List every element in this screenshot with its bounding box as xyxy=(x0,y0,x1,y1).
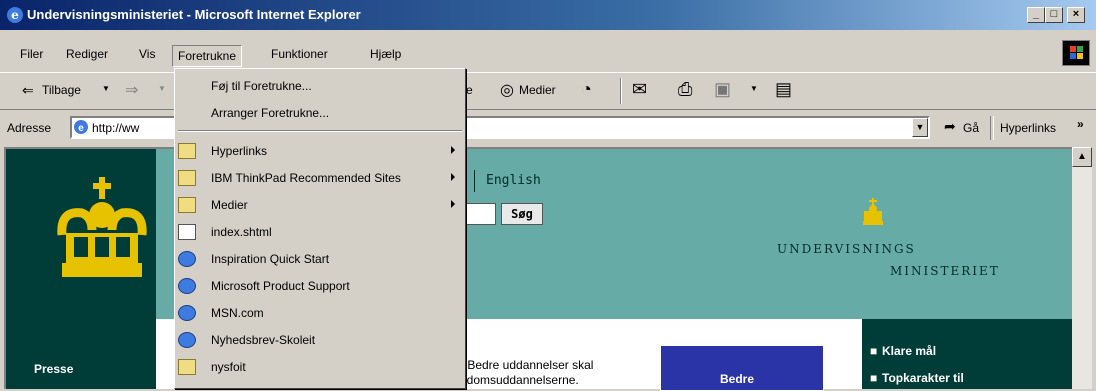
edit-dropdown-icon[interactable]: ▼ xyxy=(750,84,758,93)
ie-page-icon xyxy=(178,305,196,321)
right-link-bullet-icon: ■ xyxy=(870,344,878,358)
folder-icon xyxy=(178,170,196,186)
right-link-topkarakter[interactable]: Topkarakter til xyxy=(882,371,964,385)
vertical-scrollbar[interactable] xyxy=(1072,147,1092,389)
address-dropdown-icon[interactable]: ▼ xyxy=(912,118,928,137)
scroll-up-icon[interactable]: ▲ xyxy=(1072,147,1092,167)
back-button[interactable]: Tilbage xyxy=(42,83,81,97)
favorite-nyhedsbrev-skoleit[interactable]: Nyhedsbrev-Skoleit xyxy=(211,333,315,347)
address-label: Adresse xyxy=(7,121,52,135)
history-icon[interactable]: ◔ xyxy=(581,79,592,100)
forward-dropdown-icon[interactable]: ▼ xyxy=(158,84,166,93)
ie-page-icon xyxy=(178,278,196,294)
right-link-klare-maal[interactable]: Klare mål xyxy=(882,344,936,358)
ie-logo-icon: e xyxy=(6,6,24,24)
language-separator xyxy=(474,170,475,192)
address-separator xyxy=(990,116,994,140)
brand-line-1: UNDERVISNINGS xyxy=(777,242,916,256)
menu-item-add-favorite[interactable]: Føj til Foretrukne... xyxy=(211,79,312,93)
favorite-inspiration-quick-start[interactable]: Inspiration Quick Start xyxy=(211,252,329,266)
menu-file[interactable]: Filer xyxy=(15,45,48,63)
mail-icon[interactable]: ✉ xyxy=(632,79,647,100)
submenu-arrow-icon xyxy=(451,173,455,181)
site-search-button[interactable]: Søg xyxy=(501,203,543,225)
favorite-ibm-thinkpad[interactable]: IBM ThinkPad Recommended Sites xyxy=(211,171,401,185)
ie-page-icon xyxy=(178,332,196,348)
ie-page-icon xyxy=(178,251,196,267)
english-link[interactable]: English xyxy=(486,173,541,188)
toolbar-separator xyxy=(620,78,622,104)
back-arrow-icon: ⇐ xyxy=(22,82,34,98)
small-crown-icon xyxy=(860,197,886,231)
go-arrow-icon[interactable]: ➦ xyxy=(944,118,956,135)
favorite-nysfoit[interactable]: nysfoit xyxy=(211,360,246,374)
favorite-index-shtml[interactable]: index.shtml xyxy=(211,225,272,239)
go-button[interactable]: Gå xyxy=(963,121,979,135)
media-button[interactable]: Medier xyxy=(519,83,556,97)
links-button[interactable]: Hyperlinks xyxy=(1000,121,1056,135)
edit-icon[interactable]: ▣ xyxy=(714,79,731,100)
crown-logo-icon xyxy=(52,175,152,285)
favorite-hyperlinks[interactable]: Hyperlinks xyxy=(211,144,267,158)
folder-icon xyxy=(178,143,196,159)
print-icon[interactable]: ⎙ xyxy=(678,79,692,100)
nav-presse-link[interactable]: Presse xyxy=(34,362,73,376)
submenu-arrow-icon xyxy=(451,146,455,154)
window-title: Undervisningsministeriet - Microsoft Int… xyxy=(27,7,361,22)
brand-line-2: MINISTERIET xyxy=(890,264,1000,278)
menu-separator xyxy=(178,130,462,132)
discuss-icon[interactable]: ▤ xyxy=(775,79,792,100)
svg-text:e: e xyxy=(78,123,84,134)
favorite-medier[interactable]: Medier xyxy=(211,198,248,212)
favorite-microsoft-product-support[interactable]: Microsoft Product Support xyxy=(211,279,350,293)
menu-item-organize-favorites[interactable]: Arranger Foretrukne... xyxy=(211,106,329,120)
menu-favorites[interactable]: Foretrukne xyxy=(172,45,243,67)
back-dropdown-icon[interactable]: ▼ xyxy=(102,84,110,93)
minimize-button[interactable]: _ xyxy=(1027,7,1045,23)
submenu-arrow-icon xyxy=(451,200,455,208)
restore-button[interactable]: □ xyxy=(1045,7,1063,23)
windows-logo-icon xyxy=(1062,40,1090,66)
address-value: http://ww xyxy=(92,121,140,135)
page-icon: e xyxy=(73,119,89,135)
menu-bar xyxy=(0,38,1096,68)
right-link-bullet-icon: ■ xyxy=(870,371,878,385)
chevron-right-icon[interactable]: » xyxy=(1077,117,1084,131)
search-button-fragment[interactable]: e xyxy=(466,83,473,97)
menu-tools[interactable]: Funktioner xyxy=(266,45,333,63)
menu-edit[interactable]: Rediger xyxy=(61,45,113,63)
body-text-line-2: ddomsuddannelserne. xyxy=(460,373,579,387)
menu-help[interactable]: Hjælp xyxy=(365,45,406,63)
folder-icon xyxy=(178,197,196,213)
favorite-msn[interactable]: MSN.com xyxy=(211,306,264,320)
document-icon xyxy=(178,224,196,240)
site-search-input[interactable] xyxy=(466,203,496,225)
media-icon: ◎ xyxy=(500,82,514,99)
svg-text:e: e xyxy=(11,8,19,22)
folder-icon xyxy=(178,359,196,375)
forward-arrow-icon[interactable]: ⇒ xyxy=(125,80,138,100)
menu-view[interactable]: Vis xyxy=(134,45,160,63)
body-text-line-1: r Bedre uddannelser skal xyxy=(460,358,594,372)
promo-banner-label: Bedre xyxy=(720,372,755,386)
close-button[interactable]: × xyxy=(1067,7,1085,23)
